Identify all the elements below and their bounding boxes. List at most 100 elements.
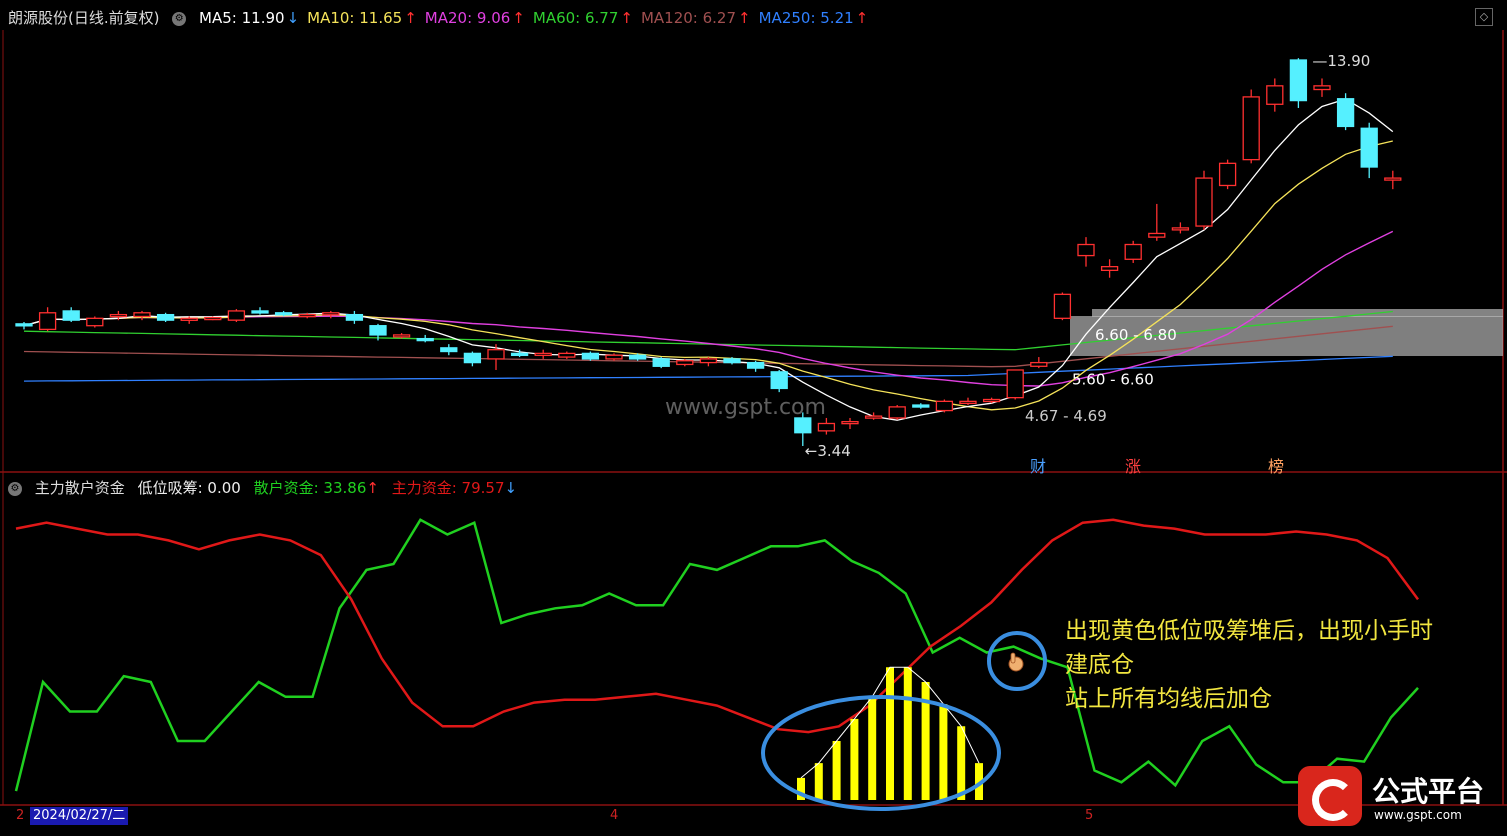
event-tag[interactable]: 涨 — [1125, 453, 1141, 477]
ma5-line — [23, 98, 1394, 421]
candle-body — [1360, 127, 1378, 168]
candle-body — [888, 406, 906, 419]
candle-body — [1077, 243, 1095, 257]
note-line-1: 出现黄色低位吸筹堆后，出现小手时 — [1065, 618, 1433, 644]
ma-legend-item: MA120: 6.27 ↑ — [640, 9, 751, 27]
candle-body — [133, 312, 151, 318]
candle-body — [463, 352, 482, 364]
candle-body — [982, 398, 1001, 403]
candle-body — [1148, 232, 1166, 238]
retail-fund-value: 散户资金: 33.86↑ — [254, 479, 379, 497]
accumulation-bar — [850, 718, 859, 800]
candle-body — [534, 352, 552, 357]
candle-body — [510, 352, 529, 357]
gspt-logo: 公式平台 www.gspt.com — [1298, 766, 1498, 828]
ma-legend-item: MA10: 11.65 ↑ — [307, 9, 417, 27]
ma-legend-item: MA20: 9.06 ↑ — [424, 9, 525, 27]
ma-legend-item: MA5: 11.90 ↓ — [199, 9, 300, 27]
retail-fund-label: 散户资金: 33.86 — [253, 479, 367, 497]
range-label-3: 4.67 - 4.69 — [1025, 407, 1107, 425]
candle-body — [487, 349, 505, 360]
candle-body — [62, 310, 80, 321]
candle-body — [558, 352, 576, 358]
candle-body — [180, 317, 198, 321]
range-label-1: 6.60 - 6.80 — [1095, 326, 1177, 344]
retail-arrow-up-icon: ↑ — [366, 479, 379, 497]
ma10-line — [23, 140, 1393, 411]
candle-body — [864, 415, 883, 419]
candle-body — [1242, 96, 1260, 161]
maximize-icon[interactable]: ◇ — [1475, 8, 1493, 26]
accumulation-bar — [939, 704, 948, 800]
candle-body — [605, 354, 623, 360]
candle-body — [86, 317, 104, 327]
candle-body — [794, 417, 812, 434]
candle-body — [322, 312, 340, 316]
candle-body — [1195, 177, 1213, 227]
candle-body — [676, 360, 694, 366]
x-tick-may: 5 — [1085, 808, 1094, 823]
main-chart-header: 朗源股份(日线.前复权) ⚙ MA5: 11.90 ↓ MA10: 11.65 ↑ MA… — [8, 8, 884, 28]
accumulation-bar — [957, 726, 966, 800]
candle-body — [440, 347, 458, 353]
indicator-title[interactable]: 主力散户资金 — [35, 479, 125, 497]
arrow-down-icon: ↓ — [286, 9, 300, 27]
low-price-label: ←3.44 — [805, 442, 851, 460]
accumulation-bar — [868, 696, 877, 800]
candle-body — [770, 371, 788, 390]
candle-body — [1289, 59, 1308, 102]
candle-body — [817, 422, 836, 432]
settings-gear-icon[interactable]: ⚙ — [172, 11, 187, 26]
accumulation-bar — [903, 667, 912, 800]
indicator-gear-icon[interactable]: ⚙ — [8, 481, 22, 496]
candle-body — [1313, 85, 1331, 91]
logo-text: 公式平台 — [1372, 775, 1485, 808]
arrow-up-icon: ↑ — [404, 9, 417, 27]
accumulation-bar — [832, 741, 841, 800]
x-tick-april: 4 — [610, 808, 619, 823]
ma-legend: MA5: 11.90 ↓ MA10: 11.65 ↑ MA20: 9.06 ↑ MA60: … — [199, 9, 876, 27]
candle-body — [369, 325, 387, 336]
low-accumulation-value: 低位吸筹: 0.00 — [137, 479, 241, 497]
main-fund-value: 主力资金: 79.57↓ — [392, 479, 517, 497]
note-line-3: 站上所有均线后加仓 — [1065, 686, 1272, 712]
candle-body — [38, 312, 57, 331]
candle-body — [841, 420, 859, 425]
candle-body — [912, 404, 930, 408]
stock-title[interactable]: 朗源股份(日线.前复权) — [8, 9, 159, 27]
candle-body — [1030, 361, 1048, 367]
candle-body — [1266, 85, 1284, 105]
candle-body — [1336, 98, 1355, 128]
range-label-2: 5.60 - 6.60 — [1072, 370, 1154, 388]
candle-body — [227, 310, 246, 321]
candle-body — [1124, 243, 1142, 260]
watermark-text: www.gspt.com — [665, 395, 826, 420]
event-tag[interactable]: 财 — [1030, 453, 1046, 477]
candle-body — [746, 361, 765, 369]
high-price-label: —13.90 — [1312, 52, 1370, 70]
ma-legend-item: MA250: 5.21 ↑ — [758, 9, 869, 27]
candle-body — [15, 323, 33, 327]
candle-body — [416, 337, 434, 342]
candle-body — [959, 400, 977, 404]
event-tag[interactable]: 榜 — [1268, 453, 1284, 477]
support-zone-strip — [1092, 309, 1503, 318]
candle-body — [628, 354, 647, 360]
candle-body — [1006, 369, 1024, 399]
candle-body — [251, 310, 269, 314]
arrow-up-icon: ↑ — [855, 9, 869, 27]
candle-body — [1171, 227, 1190, 231]
candle-body — [204, 316, 222, 321]
candle-body — [109, 313, 128, 318]
candle-body — [298, 313, 316, 318]
ma-legend-item: MA60: 6.77 ↑ — [532, 9, 633, 27]
gspt-logo-icon — [1298, 766, 1362, 826]
candle-body — [1218, 162, 1237, 187]
accumulation-bar — [814, 763, 823, 800]
candle-body — [935, 400, 954, 412]
logo-url: www.gspt.com — [1374, 808, 1462, 822]
note-line-2: 建底仓 — [1065, 652, 1134, 678]
main-arrow-down-icon: ↓ — [504, 479, 518, 497]
candle-body — [652, 358, 670, 367]
main-fund-label: 主力资金: 79.57 — [391, 479, 505, 497]
